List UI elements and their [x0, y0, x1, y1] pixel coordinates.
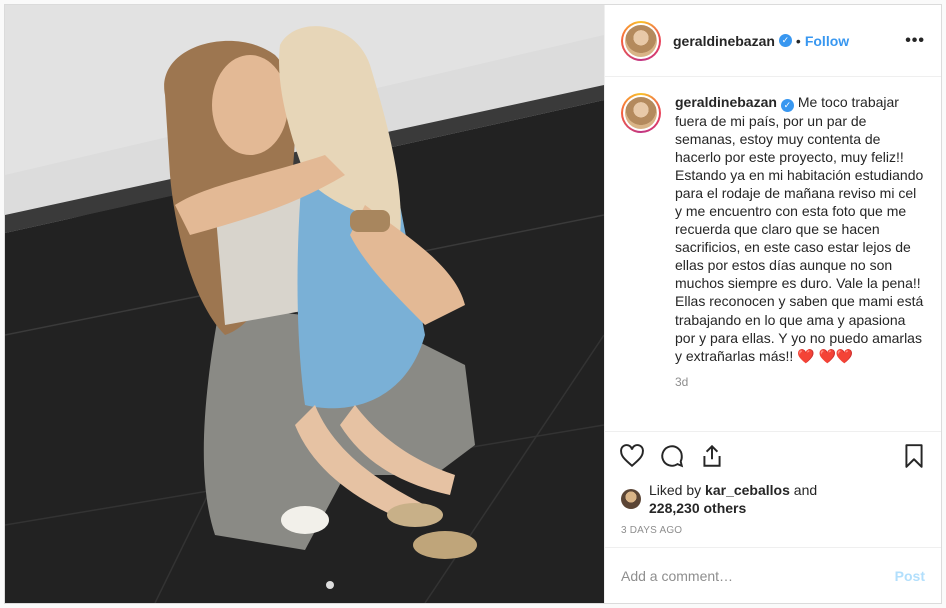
action-bar [605, 431, 941, 479]
verified-badge-icon: ✓ [778, 34, 792, 47]
separator-dot: • [795, 32, 801, 49]
share-icon[interactable] [699, 443, 725, 469]
add-comment-bar: Post [605, 547, 941, 603]
like-heart-icon[interactable] [619, 443, 645, 469]
comment-bubble-icon[interactable] [659, 443, 685, 469]
post-comment-button[interactable]: Post [895, 568, 925, 584]
follow-button[interactable]: Follow [805, 33, 849, 49]
comments-area: geraldinebazan ✓ Me toco trabajar fuera d… [605, 77, 941, 431]
avatar-border [623, 22, 659, 59]
caption-age[interactable]: 3d [675, 375, 925, 389]
likes-conjunction: and [789, 482, 818, 498]
post-header: geraldinebazan ✓ • Follow ••• [605, 5, 941, 77]
liker-avatar[interactable] [621, 489, 641, 509]
caption-body: geraldinebazan ✓ Me toco trabajar fuera d… [675, 93, 925, 365]
likes-count[interactable]: 228,230 others [649, 500, 746, 516]
caption-username[interactable]: geraldinebazan [675, 94, 777, 110]
post-sidebar: geraldinebazan ✓ • Follow ••• geraldineb… [604, 5, 941, 603]
avatar-image [625, 24, 657, 57]
comment-input[interactable] [621, 567, 895, 584]
likes-text: Liked by kar_ceballos and 228,230 others [649, 481, 817, 517]
author-username[interactable]: geraldinebazan [673, 33, 775, 49]
instagram-post: geraldinebazan ✓ • Follow ••• geraldineb… [4, 4, 942, 604]
likes-prefix: Liked by [649, 482, 706, 498]
likes-summary: Liked by kar_ceballos and 228,230 others [605, 479, 941, 519]
caption-text: Me toco trabajar fuera de mi país, por u… [675, 94, 924, 364]
verified-badge-icon: ✓ [780, 98, 794, 112]
avatar-border [623, 95, 659, 131]
post-image [5, 5, 604, 603]
post-timestamp[interactable]: 3 DAYS AGO [605, 519, 941, 547]
caption: geraldinebazan ✓ Me toco trabajar fuera d… [621, 93, 925, 365]
author-avatar[interactable] [621, 20, 661, 61]
bookmark-save-icon[interactable] [901, 443, 927, 469]
avatar-image [625, 97, 657, 129]
liker-username[interactable]: kar_ceballos [705, 482, 790, 498]
caption-author-avatar[interactable] [621, 93, 661, 133]
post-photo[interactable] [5, 5, 604, 603]
more-options-icon[interactable]: ••• [905, 32, 925, 50]
